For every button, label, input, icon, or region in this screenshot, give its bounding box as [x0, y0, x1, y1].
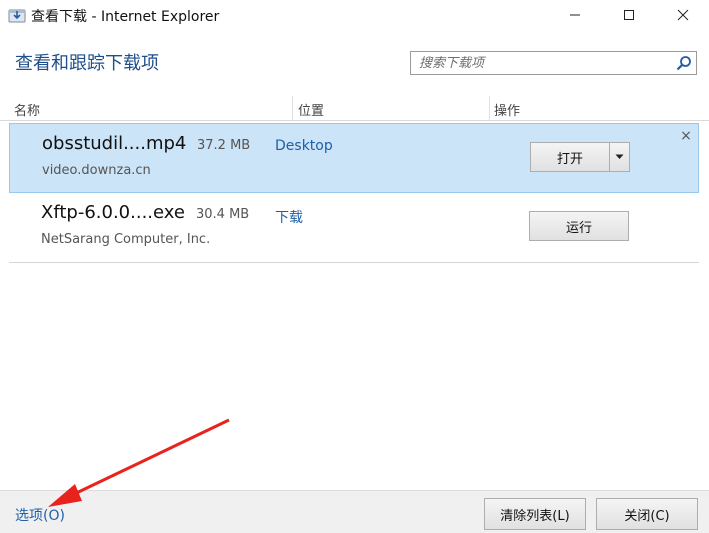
file-source: NetSarang Computer, Inc. [41, 232, 211, 247]
open-button[interactable]: 打开 [530, 142, 610, 172]
annotation-arrow [48, 418, 230, 507]
column-header-actions[interactable]: 操作 [494, 100, 520, 119]
footer-bar: 选项(O) 清除列表(L) 关闭(C) [0, 490, 709, 533]
search-input[interactable] [411, 52, 669, 74]
ie-download-icon [8, 7, 26, 23]
options-link[interactable]: 选项(O) [15, 505, 65, 525]
close-window-button[interactable] [655, 0, 709, 30]
minimize-icon [570, 14, 580, 16]
chevron-down-icon [615, 154, 624, 159]
minimize-button[interactable] [547, 0, 603, 30]
column-divider[interactable] [292, 96, 293, 120]
column-header-location[interactable]: 位置 [298, 100, 324, 119]
search-box[interactable] [410, 51, 697, 75]
maximize-icon [624, 10, 634, 20]
file-location-link[interactable]: 下载 [275, 207, 303, 227]
search-icon[interactable] [675, 54, 693, 72]
download-row[interactable]: Xftp-6.0.0....exe 30.4 MB NetSarang Comp… [9, 193, 699, 263]
open-dropdown-button[interactable] [609, 142, 630, 172]
file-name: Xftp-6.0.0....exe [41, 202, 185, 223]
download-row[interactable]: obsstudil....mp4 37.2 MB video.downza.cn… [9, 123, 699, 193]
window-title: 查看下载 - Internet Explorer [31, 9, 220, 25]
remove-item-icon[interactable]: × [679, 128, 693, 144]
close-icon [677, 9, 689, 21]
run-button[interactable]: 运行 [529, 211, 629, 241]
column-header-name[interactable]: 名称 [14, 100, 40, 119]
column-headers: 名称 位置 操作 [0, 96, 709, 121]
file-size: 37.2 MB [197, 138, 251, 153]
title-bar: 查看下载 - Internet Explorer [0, 0, 709, 30]
file-name: obsstudil....mp4 [42, 133, 187, 154]
page-title: 查看和跟踪下载项 [15, 53, 159, 74]
close-button[interactable]: 关闭(C) [596, 498, 698, 530]
file-source: video.downza.cn [42, 163, 151, 178]
file-size: 30.4 MB [196, 207, 250, 222]
file-location-link[interactable]: Desktop [275, 138, 333, 154]
column-divider[interactable] [489, 96, 490, 120]
maximize-button[interactable] [601, 0, 657, 30]
clear-list-button[interactable]: 清除列表(L) [484, 498, 586, 530]
open-split-button: 打开 [530, 142, 630, 172]
